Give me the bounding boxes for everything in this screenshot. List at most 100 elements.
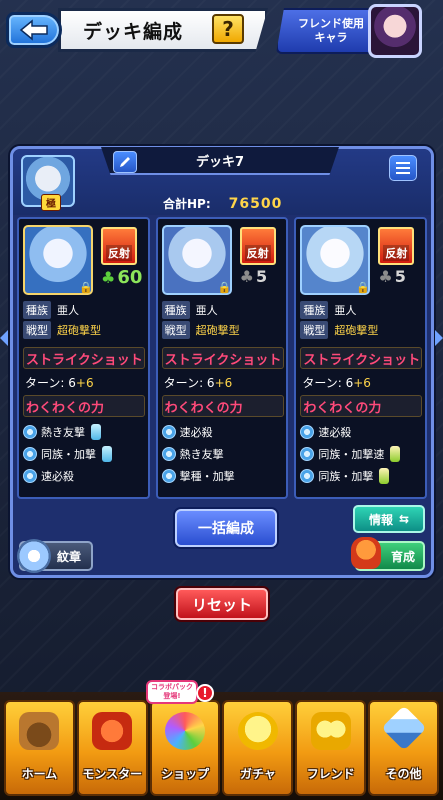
turn-plus: +6 bbox=[214, 376, 233, 390]
ability-item: 速必殺 bbox=[300, 423, 400, 441]
type-value: 超砲撃型 bbox=[57, 324, 101, 337]
list-icon bbox=[396, 162, 410, 164]
race-label: 種族 bbox=[300, 301, 329, 319]
ability-label: 熱き友撃 bbox=[41, 426, 85, 439]
race-label: 種族 bbox=[161, 301, 190, 319]
nav-monster-label: モンスター bbox=[82, 767, 143, 781]
potion-icon bbox=[91, 424, 101, 440]
lock-icon: 🔒 bbox=[356, 281, 371, 294]
ability-icon bbox=[300, 469, 315, 483]
nav-gacha[interactable]: ガチャ bbox=[222, 700, 294, 796]
gacha-icon bbox=[237, 712, 278, 750]
nav-other[interactable]: その他 bbox=[368, 700, 439, 796]
alert-badge: ! bbox=[196, 684, 214, 702]
race-label: 種族 bbox=[23, 301, 51, 319]
ability-icon bbox=[161, 425, 176, 439]
grow-label: 育成 bbox=[390, 549, 415, 564]
nav-monster[interactable]: モンスター bbox=[76, 700, 148, 796]
monster-card[interactable]: 🔒 反射 ♣ 5 種族 亜人 戦型 超砲撃型 ストライクショット ターン: 6+… bbox=[294, 217, 428, 499]
lock-icon: 🔒 bbox=[217, 281, 232, 294]
ability-list: 速必殺 同族・加撃速 同族・加撃 bbox=[300, 423, 401, 485]
monster-portrait[interactable]: 🔒 bbox=[161, 225, 232, 295]
nav-other-label: その他 bbox=[385, 767, 422, 781]
strike-shot-label: ストライクショット bbox=[300, 347, 423, 369]
turn-label: ターン: 6 bbox=[302, 376, 354, 390]
nav-shop-label: ショップ bbox=[161, 767, 210, 781]
ability-item: 同族・加撃 bbox=[300, 467, 400, 485]
prev-deck-arrow[interactable] bbox=[0, 330, 8, 346]
luck-value: 5 bbox=[256, 267, 268, 286]
nav-friend[interactable]: フレンド bbox=[295, 700, 367, 796]
ability-label: 同族・加撃速 bbox=[318, 448, 385, 461]
monster-card[interactable]: 🔒 反射 ♣ 5 種族 亜人 戦型 超砲撃型 ストライクショット ターン: 6+… bbox=[155, 217, 289, 499]
turn-label: ターン: 6 bbox=[163, 376, 215, 390]
ability-icon bbox=[300, 447, 315, 461]
pencil-icon bbox=[120, 157, 130, 167]
emblem-icon bbox=[17, 539, 51, 573]
luck: ♣ 5 bbox=[378, 267, 405, 286]
type-label: 戦型 bbox=[161, 321, 190, 339]
turn-plus: +6 bbox=[353, 376, 371, 390]
friends-icon bbox=[310, 712, 351, 750]
nav-items: ホーム モンスター ショップ ガチャ フレンド その他 bbox=[4, 700, 439, 796]
leader-avatar[interactable]: 極 bbox=[21, 155, 75, 211]
luck: ♣ 60 bbox=[101, 267, 142, 288]
type-label: 戦型 bbox=[23, 321, 51, 339]
grow-button[interactable]: 育成 bbox=[351, 537, 425, 571]
reset-button[interactable]: リセット bbox=[176, 588, 268, 620]
emblem-button[interactable]: 紋章 bbox=[17, 539, 93, 573]
ability-icon bbox=[161, 447, 176, 461]
monster-card[interactable]: 🔒 反射 ♣ 60 種族 亜人 戦型 超砲撃型 ストライクショット ターン: 6… bbox=[17, 217, 150, 499]
potion-icon bbox=[379, 468, 390, 484]
deck-list-button[interactable] bbox=[389, 155, 417, 181]
race-row: 種族 亜人 bbox=[23, 301, 79, 319]
leader-badge: 極 bbox=[41, 194, 61, 211]
house-icon bbox=[19, 712, 60, 750]
deck-name: デッキ7 bbox=[195, 154, 245, 170]
edit-deck-name-button[interactable] bbox=[113, 151, 137, 173]
info-button[interactable]: 情報 ⇆ bbox=[353, 505, 425, 533]
collab-badge-line2: 登場! bbox=[163, 692, 181, 700]
nav-shop[interactable]: ショップ bbox=[149, 700, 221, 796]
ability-label: 同族・加撃 bbox=[41, 448, 96, 461]
potion-icon bbox=[390, 446, 401, 462]
ability-item: 熱き友撃 bbox=[23, 423, 112, 441]
help-button[interactable]: ? bbox=[212, 14, 244, 44]
back-button[interactable] bbox=[6, 12, 62, 48]
nav-home[interactable]: ホーム bbox=[4, 700, 75, 796]
turn-count: ターン: 6+6 bbox=[302, 374, 371, 391]
turn-label: ターン: 6 bbox=[25, 376, 76, 390]
monster-portrait[interactable]: 🔒 bbox=[23, 225, 93, 295]
friend-button-line2: キャラ bbox=[314, 31, 348, 44]
ability-label: 速必殺 bbox=[318, 426, 352, 439]
race-value: 亜人 bbox=[334, 304, 357, 317]
race-value: 亜人 bbox=[57, 304, 79, 317]
ability-name: わくわくの力 bbox=[23, 395, 145, 417]
race-row: 種族 亜人 bbox=[300, 301, 356, 319]
ability-item: 速必殺 bbox=[23, 467, 112, 485]
deck-panel: 極 デッキ7 合計HP: 76500 🔒 反射 ♣ 60 種族 亜人 戦型 超砲… bbox=[10, 146, 434, 578]
reflect-label: 反射 bbox=[244, 245, 271, 261]
potion-icon bbox=[102, 446, 112, 462]
friend-button-line1: フレンド使用 bbox=[298, 17, 364, 30]
bulk-edit-button[interactable]: 一括編成 bbox=[175, 509, 277, 547]
ability-icon bbox=[23, 425, 37, 439]
nav-gacha-label: ガチャ bbox=[239, 767, 276, 781]
nav-friend-label: フレンド bbox=[306, 767, 355, 781]
next-deck-arrow[interactable] bbox=[435, 330, 443, 346]
lock-icon: 🔒 bbox=[79, 281, 93, 294]
ability-item: 撃種・加撃 bbox=[161, 467, 235, 485]
friend-character-button[interactable]: フレンド使用 キャラ bbox=[276, 8, 376, 54]
ability-name: わくわくの力 bbox=[300, 395, 423, 417]
header: デッキ編成 ? フレンド使用 キャラ bbox=[0, 0, 443, 64]
shop-icon bbox=[165, 712, 206, 750]
ability-icon bbox=[161, 469, 176, 483]
type-row: 戦型 超砲撃型 bbox=[161, 321, 240, 339]
race-value: 亜人 bbox=[195, 304, 218, 317]
turn-count: ターン: 6+6 bbox=[25, 374, 94, 391]
friend-avatar[interactable] bbox=[368, 4, 422, 58]
monster-portrait[interactable]: 🔒 bbox=[300, 225, 371, 295]
total-hp-label: 合計HP: bbox=[163, 197, 211, 211]
page-title: デッキ編成 bbox=[83, 20, 184, 43]
bottom-nav: ホーム モンスター ショップ ガチャ フレンド その他 コラボパック 登場! ! bbox=[0, 680, 443, 800]
